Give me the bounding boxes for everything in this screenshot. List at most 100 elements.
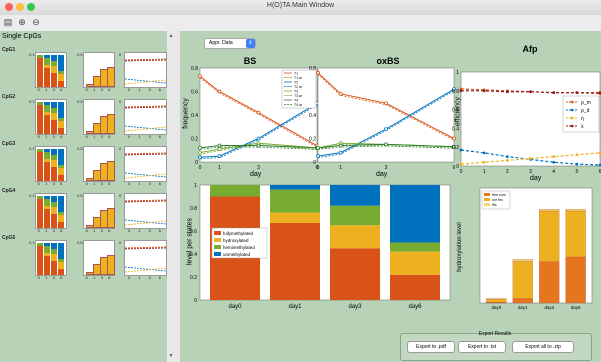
bs-ytick: 0.6 <box>191 90 198 96</box>
afp-point <box>575 162 579 166</box>
oxbs-point <box>338 91 343 96</box>
states-bar-segment <box>330 248 380 300</box>
afp-point <box>505 155 509 159</box>
states-legend-item: hydroxylated <box>223 238 249 243</box>
hydro-bar-segment <box>512 298 533 304</box>
hydro-bar-segment <box>512 259 533 262</box>
bs-point <box>198 155 202 160</box>
states-xtick: day0 <box>228 304 242 310</box>
hydro-bar-segment <box>486 301 507 304</box>
states-bar-segment <box>390 251 440 275</box>
hydro-bar-segment <box>512 261 533 299</box>
hydro-bar-segment <box>486 298 507 300</box>
oxbs-ytick: 0.2 <box>309 137 316 143</box>
states-legend-item: unmethylated <box>223 252 251 257</box>
oxbs-point <box>338 150 343 155</box>
hydro-bar-segment <box>565 209 586 212</box>
states-bar-segment <box>270 185 320 190</box>
bs-point <box>198 145 202 150</box>
afp-ytick: 0.8 <box>452 89 459 95</box>
states-bar-segment <box>270 212 320 223</box>
bs-ytick: 0.4 <box>191 113 198 119</box>
export-group-title: Export Results <box>478 331 512 337</box>
hydro-legend-swatch <box>484 198 490 201</box>
afp-point <box>575 153 579 157</box>
afp-point <box>552 91 556 95</box>
states-legend-swatch <box>214 238 221 242</box>
states-bar-segment <box>390 242 440 252</box>
hydro-legend-swatch <box>484 203 490 206</box>
states-ytick: 0.6 <box>190 229 197 235</box>
oxbs-point <box>316 154 320 159</box>
afp-legend-marker <box>570 100 574 104</box>
states-legend-swatch <box>214 245 221 249</box>
states-ytick: 0 <box>194 298 197 304</box>
afp-xtick: 5 <box>575 169 578 175</box>
afp-legend-marker <box>570 116 574 120</box>
states-ytick: 1 <box>194 183 197 189</box>
hydro-bar-segment <box>565 210 586 258</box>
hydro-bar-segment <box>539 209 560 212</box>
bs-xtick: 3 <box>257 165 260 171</box>
hydro-xtick: day0 <box>492 305 502 310</box>
bs-xtick: 0 <box>199 165 202 171</box>
bs-point <box>217 89 222 94</box>
bs-legend-item: T4 <box>294 99 298 103</box>
afp-point <box>482 89 486 93</box>
bs-legend-item: T1 ar <box>294 76 303 80</box>
afp-point <box>482 160 486 164</box>
afp-point <box>529 90 532 94</box>
oxbs-point <box>384 101 388 106</box>
states-legend-item: fullymethylated <box>223 231 254 236</box>
hydro-legend-swatch <box>484 193 490 196</box>
export-txt-button[interactable]: Export to .txt <box>458 341 506 353</box>
bs-point <box>217 143 222 148</box>
oxbs-point <box>452 136 456 141</box>
states-ytick: 0.2 <box>190 275 197 281</box>
bs-point <box>256 143 261 148</box>
states-xtick: day1 <box>288 304 302 310</box>
afp-ytick: 0.6 <box>452 108 459 114</box>
afp-ytick: 0.4 <box>452 126 459 132</box>
afp-xtick: 1 <box>483 169 486 175</box>
hydro-legend-item: fhs <box>492 203 497 207</box>
afp-point <box>505 158 509 162</box>
states-bar-segment <box>390 185 440 243</box>
afp-point <box>459 148 463 152</box>
oxbs-xtick: 0 <box>317 165 320 171</box>
afp-point <box>552 160 556 164</box>
states-legend-swatch <box>214 231 221 235</box>
export-pdf-button[interactable]: Export to .pdf <box>407 341 455 353</box>
bs-legend-item: T3 ar <box>294 94 303 98</box>
states-ytick: 0.4 <box>190 252 197 258</box>
afp-legend-item: ρ_m <box>581 100 591 106</box>
afp-ytick: 1 <box>456 70 459 76</box>
afp-legend-item: ρ_d <box>581 108 590 114</box>
bs-legend-item: T3 <box>294 90 298 94</box>
states-bar-segment <box>330 225 380 249</box>
bs-point <box>217 154 222 159</box>
bs-ytick: 0.8 <box>191 66 198 72</box>
afp-xtick: 3 <box>529 169 532 175</box>
bs-legend-item: T4 ar <box>294 103 303 107</box>
bs-point <box>256 136 261 141</box>
states-ytick: 0.8 <box>190 206 197 212</box>
bs-legend-item: T1 <box>294 72 298 76</box>
oxbs-xtick: 3 <box>385 165 388 171</box>
states-bar-segment <box>390 274 440 300</box>
hydro-bar-segment <box>539 210 560 262</box>
afp-point <box>482 151 486 155</box>
states-bar-segment <box>270 222 320 300</box>
states-bar-segment <box>330 185 380 206</box>
hydro-bar-segment <box>539 261 560 304</box>
afp-xtick: 0 <box>460 169 463 175</box>
states-bar-segment <box>270 189 320 213</box>
oxbs-xtick: 1 <box>339 165 342 171</box>
afp-point <box>575 91 579 95</box>
oxbs-point <box>384 142 388 147</box>
afp-xtick: 4 <box>552 169 555 175</box>
export-zip-button[interactable]: Export all to .zip <box>512 341 574 353</box>
afp-legend-marker <box>570 108 574 112</box>
hydro-bar-segment <box>486 299 507 303</box>
oxbs-point <box>384 127 388 132</box>
